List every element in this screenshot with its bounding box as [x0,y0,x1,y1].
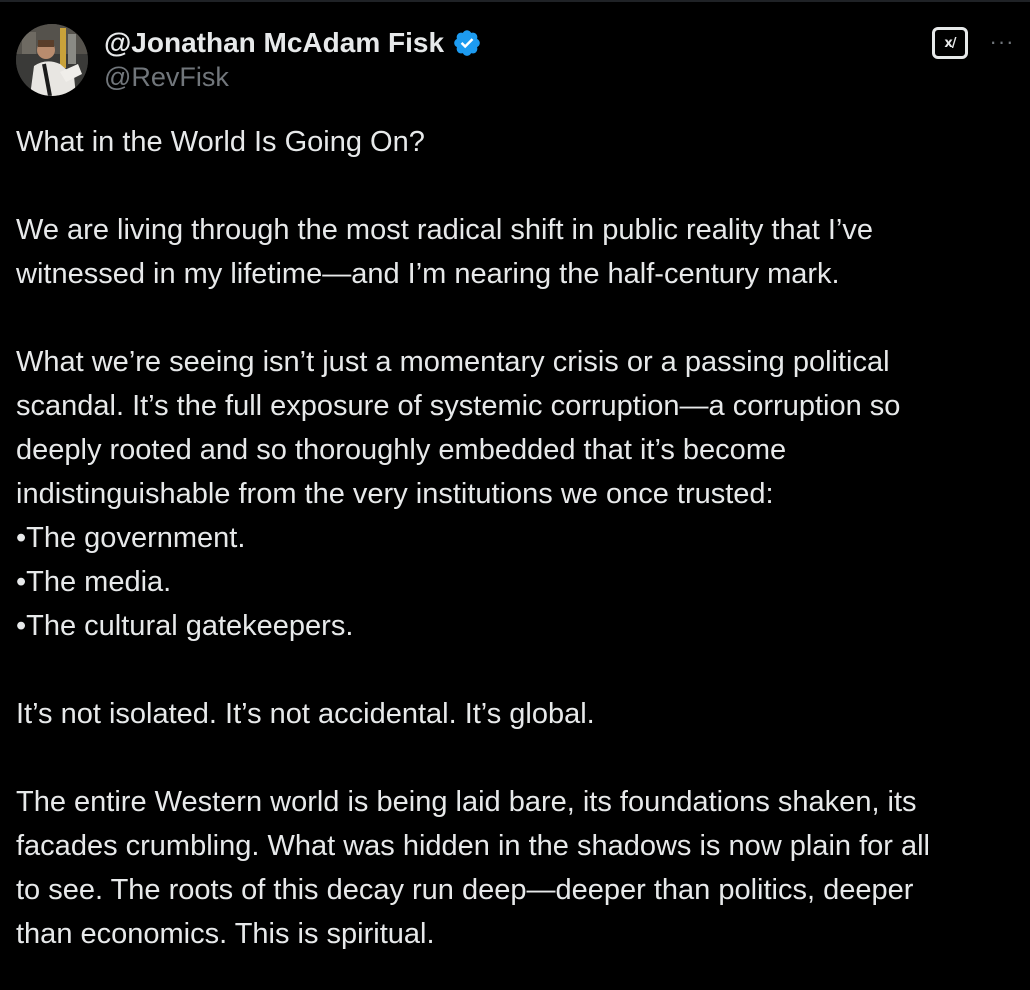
tweet-line: It’s not isolated. It’s not accidental. … [16,698,595,730]
avatar-image [16,24,88,96]
author-name-row: @Jonathan McAdam Fisk [104,24,482,62]
tweet-line: witnessed in my lifetime—and I’m nearing… [16,258,840,290]
verified-badge-icon[interactable] [452,28,482,58]
tweet-line: •The government. [16,522,246,554]
tweet-line: What we’re seeing isn’t just a momentary… [16,346,890,378]
tweet-line: The entire Western world is being laid b… [16,786,917,818]
tweet-line: What in the World Is Going On? [16,126,425,158]
grok-icon: x/ [944,35,956,51]
tweet-line: •The media. [16,566,172,598]
tweet-line: scandal. It’s the full exposure of syste… [16,390,901,422]
author-handle[interactable]: @RevFisk [104,62,229,93]
tweet-line: We are living through the most radical s… [16,214,873,246]
grok-button[interactable]: x/ [932,27,968,59]
avatar[interactable] [16,24,88,96]
tweet-line: deeply rooted and so thoroughly embedded… [16,434,787,466]
author-display-name[interactable]: @Jonathan McAdam Fisk [104,27,444,59]
more-options-button[interactable]: ··· [984,28,1020,56]
more-icon: ··· [989,29,1015,54]
tweet-line: indistinguishable from the very institut… [16,478,774,510]
tweet-line: to see. The roots of this decay run deep… [16,874,914,906]
tweet-line: than economics. This is spiritual. [16,918,435,950]
tweet-text: What in the World Is Going On? We are li… [16,120,1016,956]
tweet-card: @Jonathan McAdam Fisk @RevFisk x/ ··· Wh… [0,0,1030,990]
tweet-line: facades crumbling. What was hidden in th… [16,830,930,862]
tweet-line: •The cultural gatekeepers. [16,610,354,642]
